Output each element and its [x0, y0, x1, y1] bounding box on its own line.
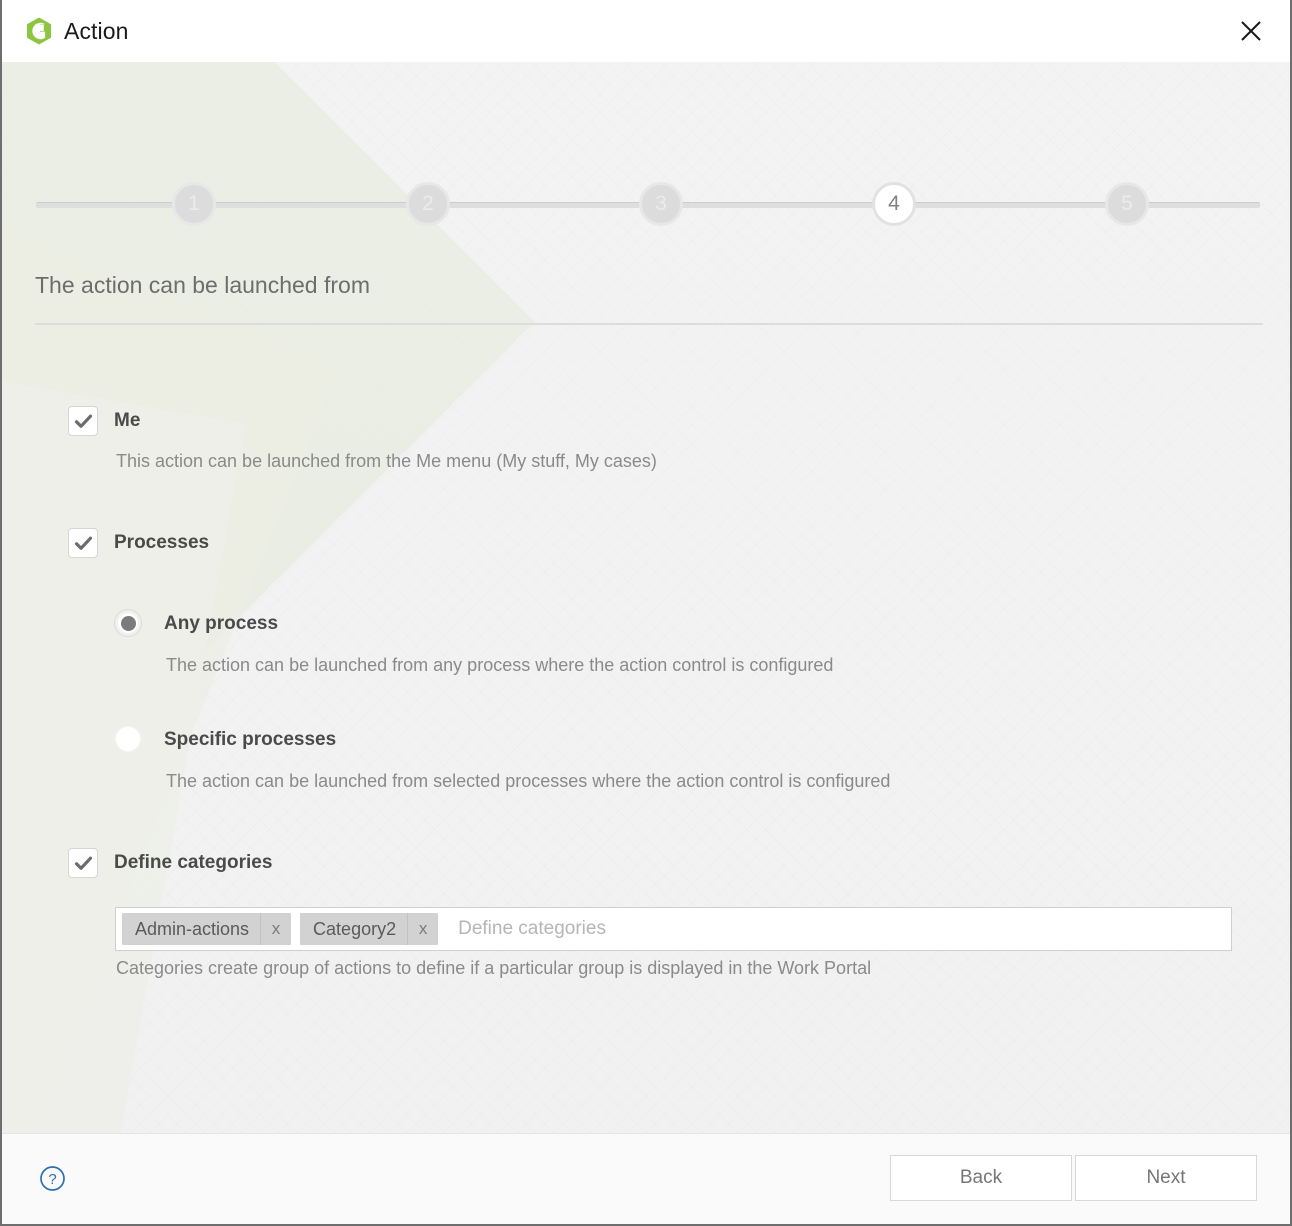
radio-specific-processes-label: Specific processes	[164, 729, 337, 750]
section-title: The action can be launched from	[35, 272, 370, 298]
close-icon	[1241, 21, 1261, 41]
checkbox-processes[interactable]	[68, 528, 98, 558]
step-number: 5	[1121, 192, 1133, 215]
radio-specific-processes-description: The action can be launched from selected…	[166, 771, 891, 791]
categories-help-text: Categories create group of actions to de…	[116, 958, 872, 978]
window-title: Action	[64, 17, 129, 44]
category-tag-remove-icon[interactable]: x	[407, 913, 438, 945]
close-button[interactable]	[1230, 10, 1272, 52]
action-dialog-window: Action 1 2 3 4 5 The action can be launc…	[0, 0, 1292, 1226]
wizard-stepper: 1 2 3 4 5	[36, 182, 1260, 228]
step-number: 2	[422, 192, 434, 215]
checkbox-me-label: Me	[114, 410, 141, 431]
checkbox-me-description: This action can be launched from the Me …	[116, 451, 657, 471]
category-tag-label: Category2	[313, 918, 397, 939]
radio-any-process-label: Any process	[164, 613, 279, 634]
title-bar: Action	[2, 0, 1290, 62]
checkmark-icon	[74, 414, 92, 428]
checkmark-icon	[74, 856, 92, 870]
section-divider	[35, 323, 1263, 325]
help-button[interactable]: ?	[39, 1165, 66, 1192]
categories-tag-input[interactable]: Admin-actions x Category2 x Define categ…	[115, 907, 1232, 951]
question-mark-circle-icon: ?	[40, 1166, 65, 1191]
checkbox-processes-label: Processes	[114, 532, 210, 553]
step-3[interactable]: 3	[639, 182, 683, 226]
radio-any-process-description: The action can be launched from any proc…	[166, 655, 834, 675]
background-watermark-shape	[2, 371, 246, 1133]
step-2[interactable]: 2	[406, 182, 450, 226]
step-4[interactable]: 4	[872, 182, 916, 226]
categories-input-placeholder[interactable]: Define categories	[447, 918, 1225, 940]
radio-any-process[interactable]	[115, 610, 141, 636]
category-tag: Admin-actions x	[122, 913, 292, 945]
green-hexagon-logo-icon	[24, 16, 54, 46]
back-button[interactable]: Back	[890, 1155, 1072, 1201]
category-tag-label: Admin-actions	[135, 918, 250, 939]
category-tag-remove-icon[interactable]: x	[260, 913, 291, 945]
radio-specific-processes[interactable]	[115, 726, 141, 752]
svg-text:?: ?	[48, 1171, 56, 1188]
checkmark-icon	[74, 536, 92, 550]
category-tag: Category2 x	[300, 913, 439, 945]
step-1[interactable]: 1	[172, 182, 216, 226]
step-5[interactable]: 5	[1105, 182, 1149, 226]
step-number: 3	[655, 192, 667, 215]
step-number: 1	[188, 192, 200, 215]
dialog-content: 1 2 3 4 5 The action can be launched fro…	[2, 62, 1290, 1133]
step-number: 4	[888, 192, 900, 215]
checkbox-me[interactable]	[68, 406, 98, 436]
next-button[interactable]: Next	[1075, 1155, 1257, 1201]
dialog-footer: ? Back Next	[2, 1133, 1290, 1224]
checkbox-define-categories[interactable]	[68, 848, 98, 878]
background-watermark-shape	[2, 167, 342, 1133]
checkbox-define-categories-label: Define categories	[114, 852, 273, 873]
